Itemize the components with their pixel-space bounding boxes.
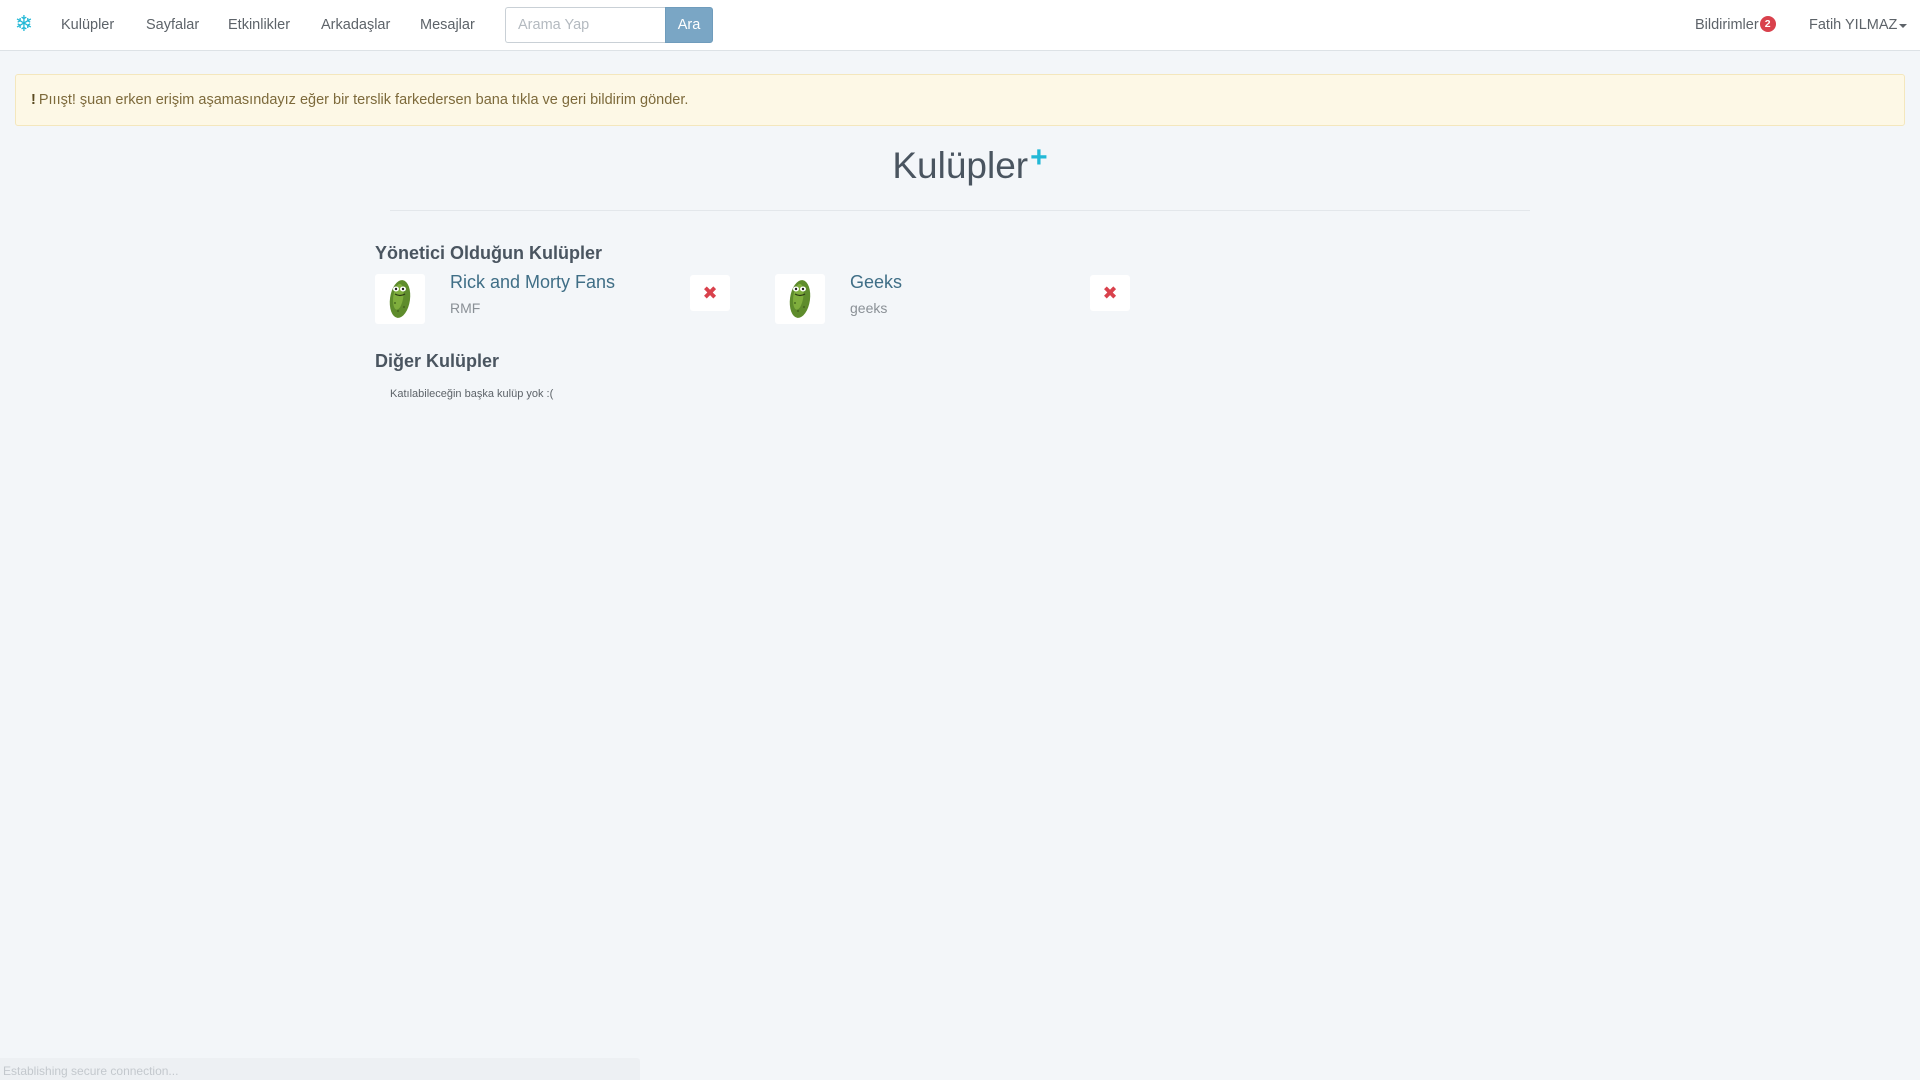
- alert-exclamation: !: [31, 92, 36, 108]
- club-card: Geeks geeks ✖: [775, 272, 1155, 326]
- remove-club-button[interactable]: ✖: [1090, 275, 1130, 311]
- alert-text: Pııışt! şuan erken erişim aşamasındayız …: [38, 92, 689, 108]
- caret-down-icon: [1899, 23, 1908, 28]
- user-menu-dropdown[interactable]: Fatih YILMAZ: [1809, 17, 1908, 33]
- nav-link-clubs[interactable]: Kulüpler: [61, 17, 114, 33]
- nav-link-events[interactable]: Etkinlikler: [228, 17, 290, 33]
- notifications-label: Bildirimler: [1695, 17, 1759, 33]
- club-handle: geeks: [850, 300, 888, 316]
- search-button[interactable]: Ara: [665, 7, 713, 43]
- no-clubs-message: Katılabileceğin başka kulüp yok :(: [390, 388, 554, 400]
- close-icon: ✖: [702, 282, 718, 303]
- nav-link-messages[interactable]: Mesajlar: [420, 17, 475, 33]
- browser-status-bar: Establishing secure connection...: [0, 1058, 640, 1080]
- page-title: Kulüpler: [892, 145, 1029, 186]
- nav-link-pages[interactable]: Sayfalar: [146, 17, 199, 33]
- club-name-link[interactable]: Rick and Morty Fans: [450, 272, 615, 293]
- page-header: Kulüpler+: [0, 141, 1920, 187]
- pickle-icon[interactable]: [775, 274, 825, 324]
- club-handle: RMF: [450, 300, 481, 316]
- close-icon: ✖: [1102, 282, 1118, 303]
- snowflake-icon[interactable]: ❄: [13, 13, 35, 35]
- user-name: Fatih YILMAZ: [1809, 17, 1898, 33]
- early-access-alert[interactable]: ! Pııışt! şuan erken erişim aşamasındayı…: [15, 74, 1905, 126]
- admin-clubs-heading: Yönetici Olduğun Kulüpler: [375, 243, 602, 263]
- other-clubs-heading: Diğer Kulüpler: [375, 351, 500, 371]
- search-input[interactable]: [505, 7, 666, 43]
- pickle-icon[interactable]: [375, 274, 425, 324]
- top-navbar: ❄ Kulüpler Sayfalar Etkinlikler Arkadaşl…: [0, 0, 1920, 51]
- notifications-count-badge: 2: [1759, 15, 1776, 32]
- club-card: Rick and Morty Fans RMF ✖: [375, 272, 755, 326]
- club-name-link[interactable]: Geeks: [850, 272, 902, 293]
- remove-club-button[interactable]: ✖: [690, 275, 730, 311]
- nav-link-friends[interactable]: Arkadaşlar: [321, 17, 390, 33]
- plus-icon[interactable]: +: [1030, 141, 1048, 174]
- header-divider: [390, 210, 1530, 211]
- notifications-link[interactable]: Bildirimler 2: [1695, 15, 1776, 33]
